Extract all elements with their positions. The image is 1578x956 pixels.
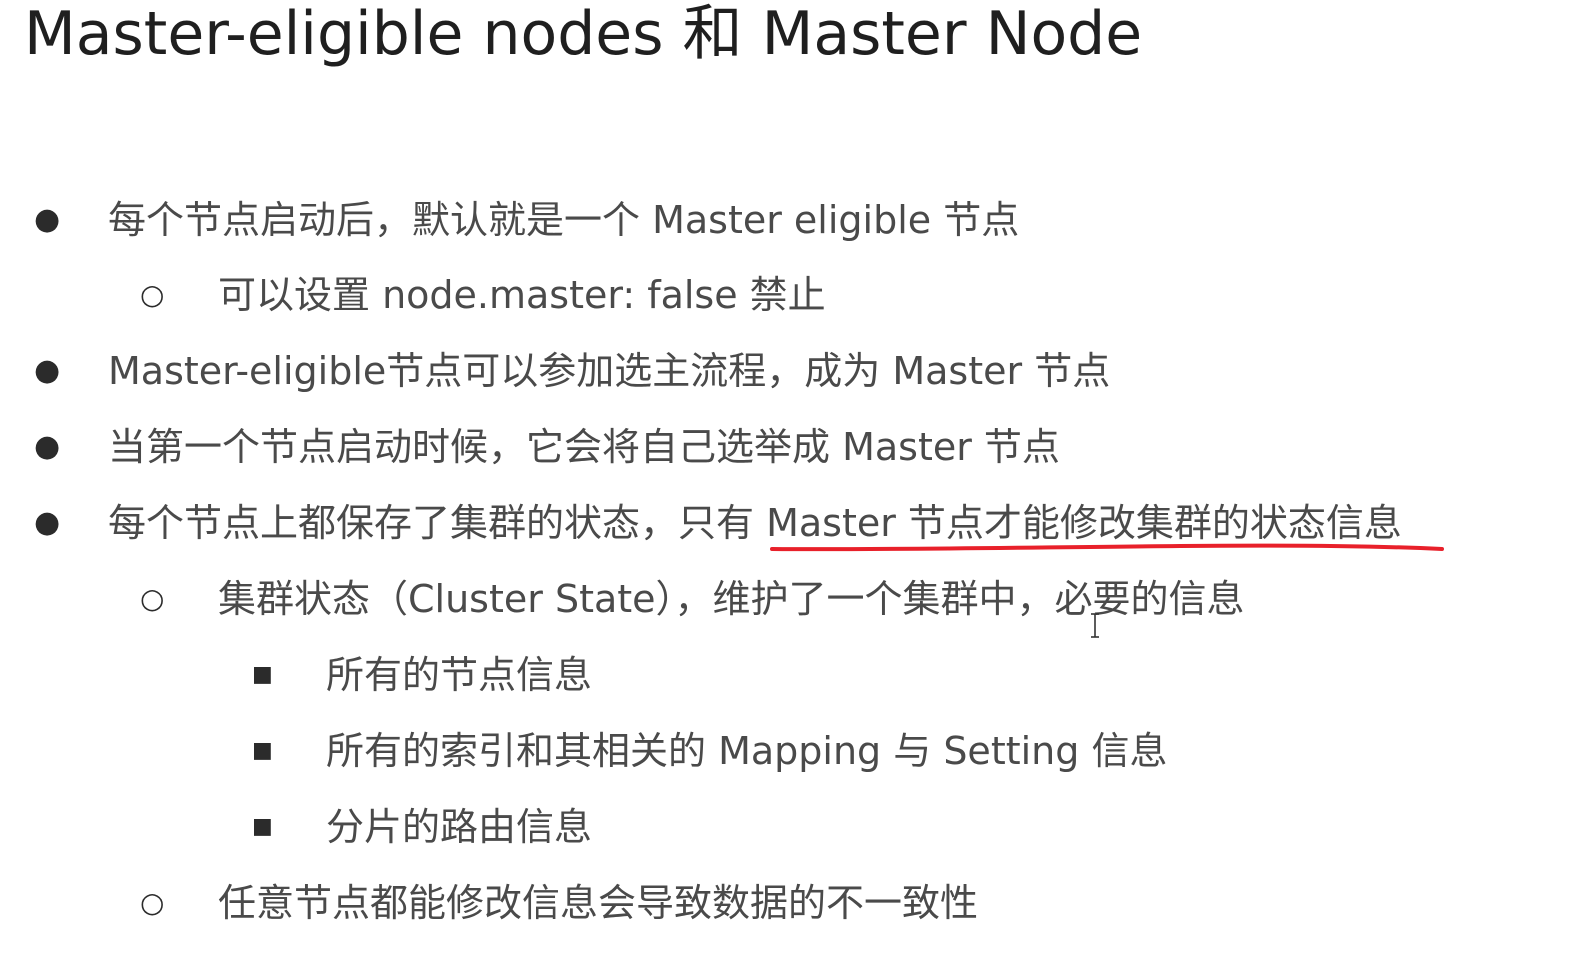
list-item: ○ 集群状态（Cluster State），维护了一个集群中，必要的信息 — [0, 571, 1578, 627]
list-item: ● 当第一个节点启动时候，它会将自己选举成 Master 节点 — [0, 419, 1578, 475]
list-item: ○ 可以设置 node.master: false 禁止 — [0, 267, 1578, 323]
slide-title: Master-eligible nodes 和 Master Node — [24, 0, 1143, 69]
list-item-text: 分片的路由信息 — [326, 805, 593, 849]
list-item: ○ 任意节点都能修改信息会导致数据的不一致性 — [0, 875, 1578, 931]
slide: Master-eligible nodes 和 Master Node ● 每个… — [0, 0, 1578, 956]
list-item-text: 每个节点启动后，默认就是一个 Master eligible 节点 — [108, 198, 1020, 242]
list-item-text: 可以设置 node.master: false 禁止 — [218, 273, 826, 317]
list-item-text: 所有的节点信息 — [326, 653, 593, 697]
list-item: ● 每个节点上都保存了集群的状态，只有 Master 节点才能修改集群的状态信息 — [0, 495, 1578, 551]
list-item: ● Master-eligible节点可以参加选主流程，成为 Master 节点 — [0, 343, 1578, 399]
list-item-text: 所有的索引和其相关的 Mapping 与 Setting 信息 — [326, 729, 1168, 773]
text-cursor-icon — [1091, 613, 1099, 638]
bullet-square-icon: ■ — [252, 662, 273, 687]
list-item: ■ 所有的索引和其相关的 Mapping 与 Setting 信息 — [0, 723, 1578, 779]
bullet-circle-icon: ○ — [140, 886, 165, 919]
list-item: ● 每个节点启动后，默认就是一个 Master eligible 节点 — [0, 192, 1578, 248]
list-item-text: Master-eligible节点可以参加选主流程，成为 Master 节点 — [108, 349, 1111, 393]
bullet-disc-icon: ● — [34, 429, 61, 464]
list-item: ■ 所有的节点信息 — [0, 647, 1578, 703]
list-item: ■ 分片的路由信息 — [0, 799, 1578, 855]
bullet-disc-icon: ● — [34, 353, 61, 388]
bullet-disc-icon: ● — [34, 505, 61, 540]
list-item-text: 任意节点都能修改信息会导致数据的不一致性 — [218, 881, 979, 925]
bullet-square-icon: ■ — [252, 738, 273, 763]
bullet-disc-icon: ● — [34, 202, 61, 237]
bullet-circle-icon: ○ — [140, 278, 165, 311]
bullet-square-icon: ■ — [252, 814, 273, 839]
bullet-circle-icon: ○ — [140, 582, 165, 615]
list-item-text: 当第一个节点启动时候，它会将自己选举成 Master 节点 — [108, 425, 1060, 469]
list-item-text: 每个节点上都保存了集群的状态，只有 Master 节点才能修改集群的状态信息 — [108, 501, 1402, 545]
